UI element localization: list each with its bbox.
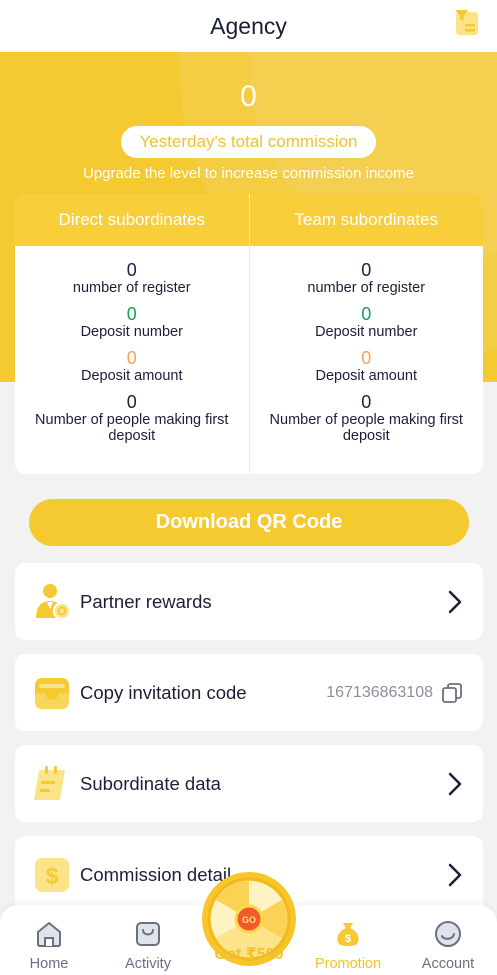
home-icon [37, 922, 61, 947]
nav-account[interactable]: Account [408, 905, 488, 975]
first-deposit-stat: 0 Number of people making first deposit [29, 392, 234, 444]
copy-invitation-code-row[interactable]: Copy invitation code 167136863108 [15, 654, 483, 731]
commission-amount: 0 [240, 80, 257, 113]
dollar-icon: $ [35, 857, 69, 892]
nav-promotion[interactable]: $ Promotion [308, 905, 388, 975]
nav-home[interactable]: Home [9, 905, 89, 975]
deposit-amount-value: 0 [361, 348, 372, 368]
deposit-amount-label: Deposit amount [315, 368, 418, 384]
deposit-amount-stat: 0 Deposit amount [81, 348, 183, 385]
chevron-right-icon[interactable] [447, 589, 463, 615]
partner-icon [36, 583, 71, 620]
deposit-number-label: Deposit number [315, 324, 418, 340]
partner-rewards-label: Partner rewards [80, 590, 212, 612]
upgrade-subtitle: Upgrade the level to increase commission… [83, 165, 414, 182]
team-subordinates-column: 0 number of register 0 Deposit number 0 … [250, 246, 484, 474]
deposit-amount-value: 0 [126, 348, 137, 368]
subordinate-data-label: Subordinate data [80, 772, 221, 794]
nav-activity[interactable]: Activity [108, 905, 188, 975]
deposit-number-value: 0 [126, 304, 137, 324]
activity-icon [136, 922, 160, 946]
nav-home-label: Home [29, 956, 69, 972]
register-count: 0 [361, 260, 372, 280]
subordinate-data-row[interactable]: Subordinate data [15, 745, 483, 822]
deposit-number-stat: 0 Deposit number [81, 304, 183, 341]
nav-promotion-label: Promotion [314, 956, 382, 972]
deposit-number-value: 0 [361, 304, 372, 324]
account-icon [435, 921, 461, 947]
chevron-right-icon[interactable] [447, 862, 463, 888]
stats-header: Direct subordinates Team subordinates [15, 194, 483, 246]
header-bar: Agency [0, 0, 497, 52]
register-stat: 0 number of register [307, 260, 425, 297]
first-deposit-value: 0 [126, 392, 137, 412]
commission-label-pill: Yesterday's total commission [121, 126, 376, 158]
deposit-number-stat: 0 Deposit number [315, 304, 417, 341]
team-subordinates-title: Team subordinates [294, 210, 439, 229]
first-deposit-value: 0 [361, 392, 372, 412]
partner-rewards-row[interactable]: Partner rewards [15, 563, 483, 640]
direct-subordinates-column: 0 number of register 0 Deposit number 0 … [15, 246, 250, 474]
first-deposit-stat: 0 Number of people making first deposit [264, 392, 469, 444]
wheel-go-text: GO [242, 915, 256, 925]
deposit-amount-label: Deposit amount [80, 368, 183, 384]
register-label: number of register [307, 280, 426, 296]
first-deposit-label: Number of people making first deposit [269, 412, 463, 444]
register-stat: 0 number of register [73, 260, 191, 297]
wheel-reward-label: Get ₹500 [214, 946, 284, 963]
filter-icon[interactable] [454, 9, 480, 37]
first-deposit-label: Number of people making first deposit [35, 412, 229, 444]
copy-icon[interactable] [441, 682, 463, 704]
subordinates-stats-card: Direct subordinates Team subordinates 0 … [15, 194, 483, 474]
register-count: 0 [126, 260, 137, 280]
copy-invitation-code-label: Copy invitation code [80, 681, 247, 703]
svg-text:$: $ [46, 863, 59, 889]
page-title: Agency [210, 12, 287, 39]
deposit-amount-stat: 0 Deposit amount [315, 348, 417, 385]
deposit-number-label: Deposit number [80, 324, 183, 340]
inbox-icon [35, 677, 69, 709]
nav-activity-label: Activity [125, 956, 171, 972]
money-bag-icon: $ [337, 923, 359, 946]
invitation-code-value: 167136863108 [326, 683, 433, 701]
chevron-right-icon[interactable] [447, 771, 463, 797]
nav-account-label: Account [421, 956, 475, 972]
notepad-icon [34, 765, 65, 800]
download-qr-code-button[interactable]: Download QR Code [29, 499, 469, 546]
register-label: number of register [72, 280, 191, 296]
svg-text:$: $ [345, 933, 351, 945]
direct-subordinates-title: Direct subordinates [15, 194, 250, 246]
